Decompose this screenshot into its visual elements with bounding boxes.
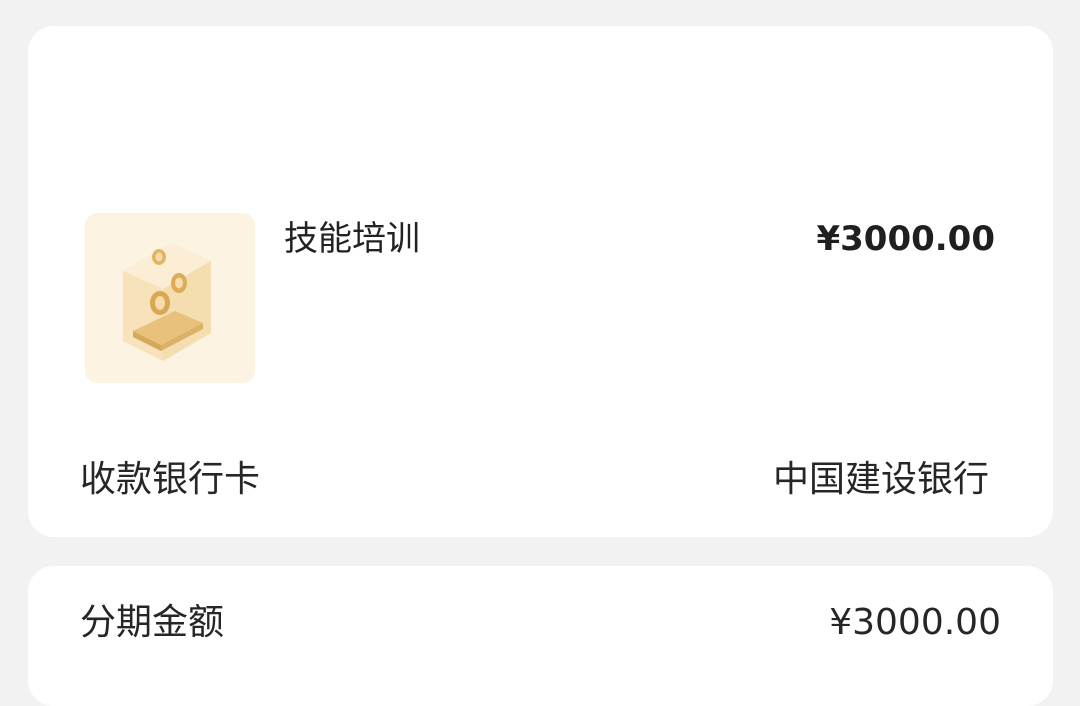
bank-card-value[interactable]: 中国建设银行 (773, 456, 989, 504)
installment-card: 分期金额 ¥3000.00 (28, 566, 1053, 706)
product-thumbnail (85, 213, 255, 383)
product-price: ¥3000.00 (816, 219, 995, 259)
product-name: 技能培训 (284, 219, 420, 259)
order-card: 技能培训 ¥3000.00 收款银行卡 中国建设银行 (28, 26, 1053, 537)
bank-card-label: 收款银行卡 (80, 459, 261, 500)
installment-amount-label: 分期金额 (80, 602, 225, 643)
installment-amount-value: ¥3000.00 (829, 602, 1001, 643)
gold-coin-box-icon (123, 243, 211, 361)
